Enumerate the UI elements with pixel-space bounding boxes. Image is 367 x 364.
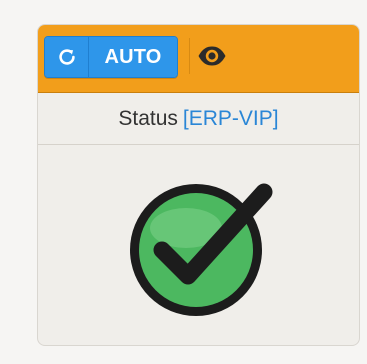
widget-toolbar: AUTO <box>38 25 359 93</box>
status-label: Status <box>118 106 178 130</box>
status-widget: AUTO Status[ERP-VIP] <box>37 24 360 346</box>
check-circle-icon <box>129 183 272 316</box>
status-bracket-close: ] <box>272 106 279 130</box>
page: AUTO Status[ERP-VIP] <box>0 0 367 364</box>
auto-refresh-button[interactable]: AUTO <box>89 37 177 77</box>
status-indicator <box>38 145 359 345</box>
refresh-icon <box>58 49 75 65</box>
eye-icon <box>198 46 226 66</box>
refresh-button[interactable] <box>45 37 89 77</box>
refresh-button-group: AUTO <box>44 36 178 78</box>
view-button[interactable] <box>189 38 234 74</box>
status-title: Status[ERP-VIP] <box>38 93 359 145</box>
status-target-name: ERP-VIP <box>188 106 273 130</box>
